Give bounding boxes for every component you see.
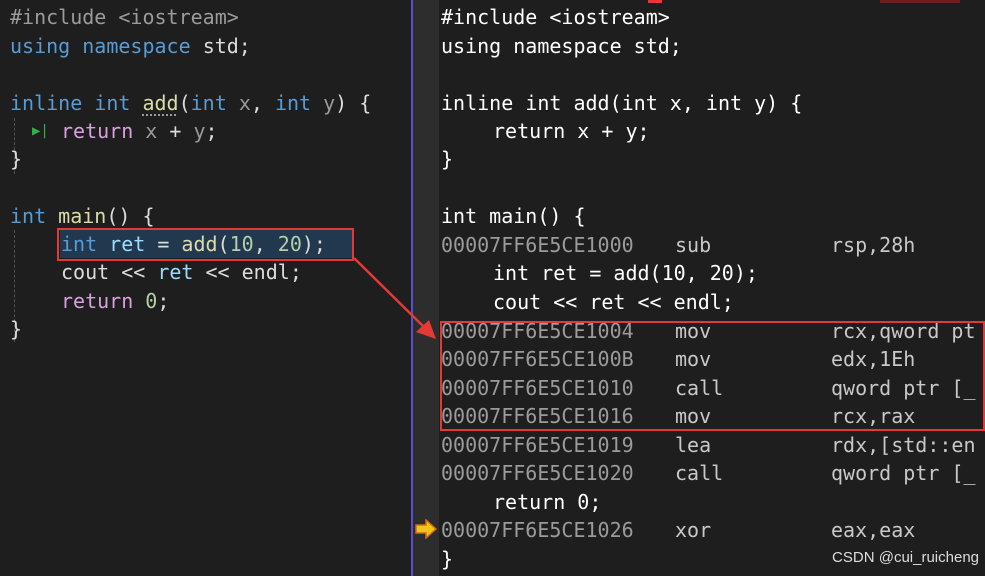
src-line-include: #include <iostream> <box>441 5 670 29</box>
asm-row[interactable]: 00007FF6E5CE1019 lea rdx,[std::en <box>441 431 976 459</box>
source-editor[interactable]: #include <iostream> using namespace std;… <box>0 0 411 576</box>
disassembly-gutter[interactable] <box>413 0 439 576</box>
code-line-8[interactable]: int main() { <box>10 202 155 230</box>
code-line-5[interactable]: return x + y; <box>61 117 218 145</box>
src-line-add-return: return x + y; <box>493 119 650 143</box>
src-line-add-signature: inline int add(int x, int y) { <box>441 91 803 115</box>
highlight-box-call <box>57 228 354 261</box>
code-line-4[interactable]: inline int add(int x, int y) { <box>10 89 371 117</box>
code-line-6[interactable]: } <box>10 145 22 173</box>
src-line-return: return 0; <box>493 490 602 514</box>
step-into-icon: ▶| <box>32 123 49 139</box>
src-line-ret-call: int ret = add(10, 20); <box>493 261 758 285</box>
asm-row-current[interactable]: 00007FF6E5CE1026 xor eax,eax <box>441 516 915 544</box>
top-mark <box>648 0 662 3</box>
code-line-12[interactable]: } <box>10 315 22 343</box>
src-line-close-main: } <box>441 547 454 571</box>
src-line-using: using namespace std; <box>441 34 682 58</box>
asm-row[interactable]: 00007FF6E5CE1000 sub rsp,28h <box>441 231 915 259</box>
src-line-main-signature: int main() { <box>441 204 586 228</box>
highlight-box-disasm <box>440 321 985 431</box>
code-line-11[interactable]: return 0; <box>61 287 169 315</box>
src-line-cout: cout << ret << endl; <box>493 290 734 314</box>
instruction-pointer-icon <box>415 519 437 539</box>
asm-row[interactable]: 00007FF6E5CE1020 call qword ptr [_ <box>441 459 976 487</box>
code-line-1[interactable]: #include <iostream> <box>10 3 239 31</box>
src-line-close-add: } <box>441 147 454 171</box>
watermark: CSDN @cui_ruicheng <box>832 549 979 566</box>
code-line-2[interactable]: using namespace std; <box>10 32 251 60</box>
code-line-10[interactable]: cout << ret << endl; <box>61 258 302 286</box>
top-mark <box>880 0 960 3</box>
disassembly-view[interactable]: #include <iostream> using namespace std;… <box>439 0 985 576</box>
